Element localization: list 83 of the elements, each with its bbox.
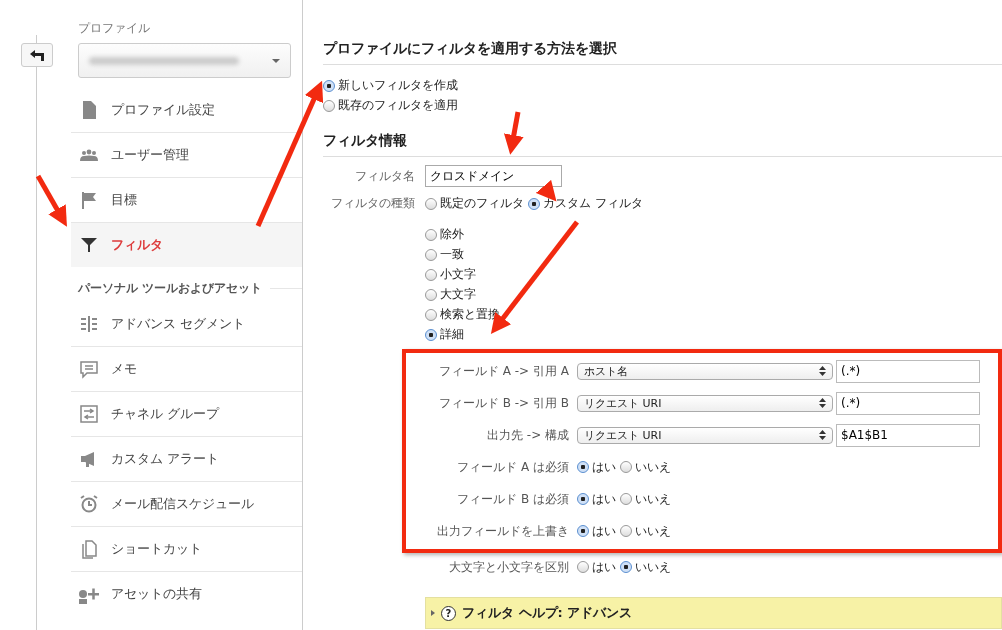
- radio-button[interactable]: [323, 99, 335, 112]
- radio-option[interactable]: いいえ: [620, 490, 671, 508]
- sidebar-item[interactable]: カスタム アラート: [71, 437, 302, 482]
- text-field[interactable]: $A1$B1: [836, 423, 980, 447]
- field-label: 大文字と小文字を区別: [448, 558, 570, 576]
- radio-button[interactable]: [425, 248, 437, 261]
- radio-option[interactable]: 一致: [425, 246, 998, 263]
- radio-button[interactable]: [425, 268, 437, 281]
- radio-option[interactable]: 既定のフィルタ: [425, 195, 524, 212]
- radio-option[interactable]: 小文字: [425, 266, 998, 283]
- radio-option[interactable]: いいえ: [620, 458, 671, 476]
- field-label: 出力フィールドを上書き: [436, 522, 570, 540]
- text-field[interactable]: (.*): [836, 359, 980, 383]
- sidebar-item[interactable]: アセットの共有: [71, 572, 302, 616]
- help-icon: ?: [441, 605, 456, 621]
- annotation-arrow: [35, 174, 67, 227]
- radio-button[interactable]: [577, 561, 589, 573]
- text-field[interactable]: (.*): [836, 391, 980, 415]
- section-heading: プロファイルにフィルタを適用する方法を選択: [323, 40, 1002, 65]
- profile-dropdown[interactable]: [78, 43, 291, 78]
- speech-bubble-icon: [79, 359, 99, 379]
- radio-button[interactable]: [620, 561, 632, 573]
- field-label: 出力先 -> 構成: [486, 426, 570, 444]
- radio-button[interactable]: [577, 461, 589, 473]
- radio-option[interactable]: 新しいフィルタを作成: [323, 77, 998, 94]
- profile-label: プロファイル: [78, 20, 151, 37]
- radio-option[interactable]: 詳細: [425, 326, 998, 343]
- sidebar-item[interactable]: アドバンス セグメント: [71, 302, 302, 347]
- radio-option[interactable]: はい: [577, 490, 616, 508]
- back-button[interactable]: [21, 43, 53, 67]
- help-bar[interactable]: ? フィルタ ヘルプ: アドバンス: [425, 597, 1002, 629]
- sidebar-item[interactable]: ユーザー管理: [71, 133, 302, 178]
- up-down-caret-icon: [819, 366, 826, 376]
- radio-button[interactable]: [425, 288, 437, 301]
- radio-option[interactable]: 除外: [425, 226, 998, 243]
- field-label: フィールド B -> 引用 B: [437, 394, 570, 412]
- columns-icon: [79, 314, 99, 334]
- radio-button[interactable]: [425, 308, 437, 321]
- radio-button[interactable]: [425, 197, 437, 210]
- section-heading: フィルタ情報: [323, 132, 1002, 157]
- select-field[interactable]: リクエスト URI: [577, 394, 833, 412]
- field-label: フィールド B は必須: [456, 490, 570, 508]
- up-down-caret-icon: [819, 398, 826, 408]
- radio-button[interactable]: [577, 493, 589, 505]
- radio-button[interactable]: [425, 328, 437, 341]
- back-arrow-icon: [29, 49, 45, 61]
- filter-name-field[interactable]: クロスドメイン: [425, 165, 562, 187]
- arrows-box-icon: [79, 404, 99, 424]
- radio-button[interactable]: [620, 525, 632, 537]
- funnel-icon: [79, 235, 99, 255]
- caret-icon: [272, 58, 280, 63]
- radio-button[interactable]: [577, 525, 589, 537]
- sidebar-item[interactable]: ショートカット: [71, 527, 302, 572]
- radio-option[interactable]: 既存のフィルタを適用: [323, 97, 998, 114]
- radio-button[interactable]: [425, 228, 437, 241]
- sidebar-item[interactable]: メール配信スケジュール: [71, 482, 302, 527]
- select-field[interactable]: リクエスト URI: [577, 426, 833, 444]
- annotation-arrow: [503, 111, 524, 155]
- radio-option[interactable]: カスタム フィルタ: [528, 195, 643, 212]
- field-label: フィールド A -> 引用 A: [437, 362, 570, 380]
- sidebar-item[interactable]: プロファイル設定: [71, 88, 302, 133]
- radio-option[interactable]: いいえ: [620, 558, 671, 576]
- radio-option[interactable]: はい: [577, 458, 616, 476]
- field-label: フィルタ名: [354, 167, 416, 185]
- sidebar-item[interactable]: チャネル グループ: [71, 392, 302, 437]
- radio-button[interactable]: [528, 197, 540, 210]
- up-down-caret-icon: [819, 430, 826, 440]
- section-heading: パーソナル ツールおよびアセット: [78, 281, 262, 296]
- field-label: フィールド A は必須: [456, 458, 570, 476]
- radio-option[interactable]: 大文字: [425, 286, 998, 303]
- select-field[interactable]: ホスト名: [577, 362, 833, 380]
- radio-option[interactable]: はい: [577, 558, 616, 576]
- pages-icon: [79, 539, 99, 559]
- sidebar-item[interactable]: フィルタ: [71, 223, 302, 267]
- radio-button[interactable]: [323, 79, 335, 92]
- radio-option[interactable]: いいえ: [620, 522, 671, 540]
- radio-button[interactable]: [620, 493, 632, 505]
- radio-button[interactable]: [620, 461, 632, 473]
- flag-icon: [79, 190, 99, 210]
- field-label: フィルタの種類: [330, 195, 416, 212]
- sidebar-item[interactable]: メモ: [71, 347, 302, 392]
- radio-option[interactable]: はい: [577, 522, 616, 540]
- alarm-clock-icon: [79, 494, 99, 514]
